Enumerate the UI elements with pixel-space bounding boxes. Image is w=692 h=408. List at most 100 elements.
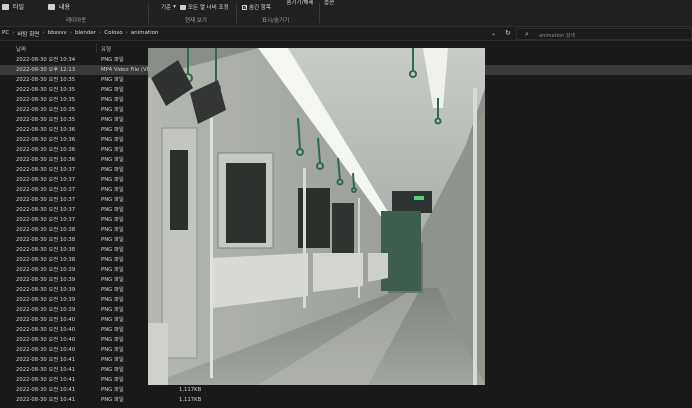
date-cell: 2022-08-30 오전 10:37: [16, 197, 76, 203]
date-cell: 2022-08-30 오전 10:38: [16, 227, 76, 233]
ribbon: 타일 내용 레이아웃 기준 ▾ 모든 열 너비 조정 현재 보기 ✓ 숨긴 항목…: [0, 0, 692, 27]
chevron-right-icon: ›: [99, 30, 102, 36]
table-row[interactable]: 2022-08-30 오전 10:41 PNG 파일 1,117KB: [0, 395, 692, 405]
layout-tile-option[interactable]: 타일: [2, 2, 24, 11]
checkbox-checked-icon: ✓: [242, 4, 248, 11]
chevron-down-icon: ▾: [173, 4, 176, 10]
date-cell: 2022-08-30 오전 10:34: [16, 57, 76, 63]
type-cell: PNG 파일: [101, 287, 124, 293]
current-view-group-label: 현재 보기: [185, 18, 207, 24]
layout-content-option[interactable]: 내용: [48, 2, 70, 11]
table-row[interactable]: 2022-08-30 오전 10:41 PNG 파일 1,117KB: [0, 385, 692, 395]
type-cell: PNG 파일: [101, 327, 124, 333]
chevron-right-icon: ›: [42, 30, 45, 36]
date-cell: 2022-08-30 오전 10:40: [16, 347, 76, 353]
fit-columns-button[interactable]: 모든 열 너비 조정: [180, 3, 229, 11]
breadcrumb-item[interactable]: bbssvv: [48, 30, 67, 38]
date-cell: 2022-08-30 오전 10:38: [16, 247, 76, 253]
type-cell: PNG 파일: [101, 387, 124, 393]
type-cell: PNG 파일: [101, 157, 124, 163]
columns-icon: [180, 4, 186, 10]
type-cell: PNG 파일: [101, 247, 124, 253]
date-cell: 2022-08-30 오전 10:36: [16, 147, 76, 153]
search-box[interactable]: ⌕ animation 검색: [516, 28, 692, 40]
date-cell: 2022-08-30 오전 10:39: [16, 307, 76, 313]
content-icon: [48, 3, 55, 10]
breadcrumb-item[interactable]: blender: [75, 30, 96, 38]
layout-content-label: 내용: [59, 4, 71, 11]
date-cell: 2022-08-30 오전 10:35: [16, 107, 76, 113]
type-cell: PNG 파일: [101, 297, 124, 303]
date-cell: 2022-08-30 오전 10:37: [16, 167, 76, 173]
breadcrumb-item[interactable]: animation: [131, 30, 159, 38]
type-cell: PNG 파일: [101, 207, 124, 213]
type-cell: PNG 파일: [101, 187, 124, 193]
date-cell: 2022-08-30 오전 10:37: [16, 187, 76, 193]
column-header-type[interactable]: 유형: [101, 45, 111, 53]
date-cell: 2022-08-30 오전 10:35: [16, 87, 76, 93]
fit-columns-label: 모든 열 너비 조정: [188, 5, 229, 11]
breadcrumb-item[interactable]: Coloso: [104, 30, 122, 38]
date-cell: 2022-08-30 오전 10:36: [16, 137, 76, 143]
breadcrumb[interactable]: PC › 바탕 화면 › bbssvv › blender › Coloso ›…: [2, 30, 158, 38]
type-cell: PNG 파일: [101, 197, 124, 203]
type-cell: PNG 파일: [101, 277, 124, 283]
chevron-down-icon[interactable]: ⌄: [491, 30, 496, 37]
date-cell: 2022-08-30 오전 10:41: [16, 387, 76, 393]
sort-label: 기준: [161, 5, 172, 11]
date-cell: 2022-08-30 오전 10:37: [16, 177, 76, 183]
date-cell: 2022-08-30 오전 10:38: [16, 257, 76, 263]
size-cell: 1,117KB: [179, 387, 202, 393]
date-cell: 2022-08-30 오전 10:37: [16, 217, 76, 223]
refresh-icon[interactable]: ↻: [505, 29, 511, 37]
type-cell: PNG 파일: [101, 97, 124, 103]
type-cell: PNG 파일: [101, 377, 124, 383]
date-cell: 2022-08-30 오전 10:41: [16, 397, 76, 403]
breadcrumb-item[interactable]: 바탕 화면: [17, 30, 39, 38]
date-cell: 2022-08-30 오전 10:36: [16, 127, 76, 133]
date-cell: 2022-08-30 오전 10:35: [16, 77, 76, 83]
date-cell: 2022-08-30 오전 10:41: [16, 377, 76, 383]
date-cell: 2022-08-30 오전 10:35: [16, 117, 76, 123]
sort-button[interactable]: 기준 ▾: [161, 3, 176, 11]
ribbon-separator: [319, 3, 320, 23]
type-cell: PNG 파일: [101, 337, 124, 343]
date-cell: 2022-08-30 오전 10:35: [16, 97, 76, 103]
chevron-right-icon: ›: [69, 30, 73, 36]
video-preview-image: [148, 48, 485, 385]
hidden-items-checkbox[interactable]: ✓ 숨긴 항목: [242, 3, 271, 11]
show-hide-group-label: 표시/숨기기: [262, 18, 290, 24]
subway-interior-illustration: [148, 48, 485, 385]
type-cell: PNG 파일: [101, 397, 124, 403]
type-cell: PNG 파일: [101, 367, 124, 373]
tile-icon: [2, 3, 9, 10]
type-cell: PNG 파일: [101, 217, 124, 223]
breadcrumb-item[interactable]: PC: [2, 30, 9, 38]
type-cell: PNG 파일: [101, 137, 124, 143]
column-divider[interactable]: [96, 43, 97, 53]
options-button[interactable]: 옵션: [322, 0, 336, 7]
date-cell: 2022-08-30 오전 10:37: [16, 207, 76, 213]
type-cell: PNG 파일: [101, 87, 124, 93]
date-cell: 2022-08-30 오전 10:36: [16, 157, 76, 163]
type-cell: PNG 파일: [101, 177, 124, 183]
column-header-date[interactable]: 날짜: [16, 45, 26, 53]
hide-selected-button[interactable]: 숨기기/해제: [277, 0, 323, 7]
date-cell: 2022-08-30 오전 10:38: [16, 237, 76, 243]
chevron-right-icon: ›: [12, 30, 15, 36]
layout-group-label: 레이아웃: [66, 18, 87, 24]
type-cell: PNG 파일: [101, 57, 124, 63]
chevron-right-icon: ›: [125, 30, 128, 36]
ribbon-separator: [236, 3, 237, 23]
type-cell: PNG 파일: [101, 307, 124, 313]
date-cell: 2022-08-30 오전 10:41: [16, 357, 76, 363]
hidden-items-label: 숨긴 항목: [249, 5, 271, 11]
type-cell: PNG 파일: [101, 257, 124, 263]
type-cell: PNG 파일: [101, 347, 124, 353]
type-cell: PNG 파일: [101, 357, 124, 363]
type-cell: PNG 파일: [101, 237, 124, 243]
type-cell: PNG 파일: [101, 147, 124, 153]
date-cell: 2022-08-30 오전 10:39: [16, 277, 76, 283]
date-cell: 2022-08-30 오전 10:40: [16, 337, 76, 343]
hide-selected-label: 숨기기/해제: [286, 0, 314, 6]
